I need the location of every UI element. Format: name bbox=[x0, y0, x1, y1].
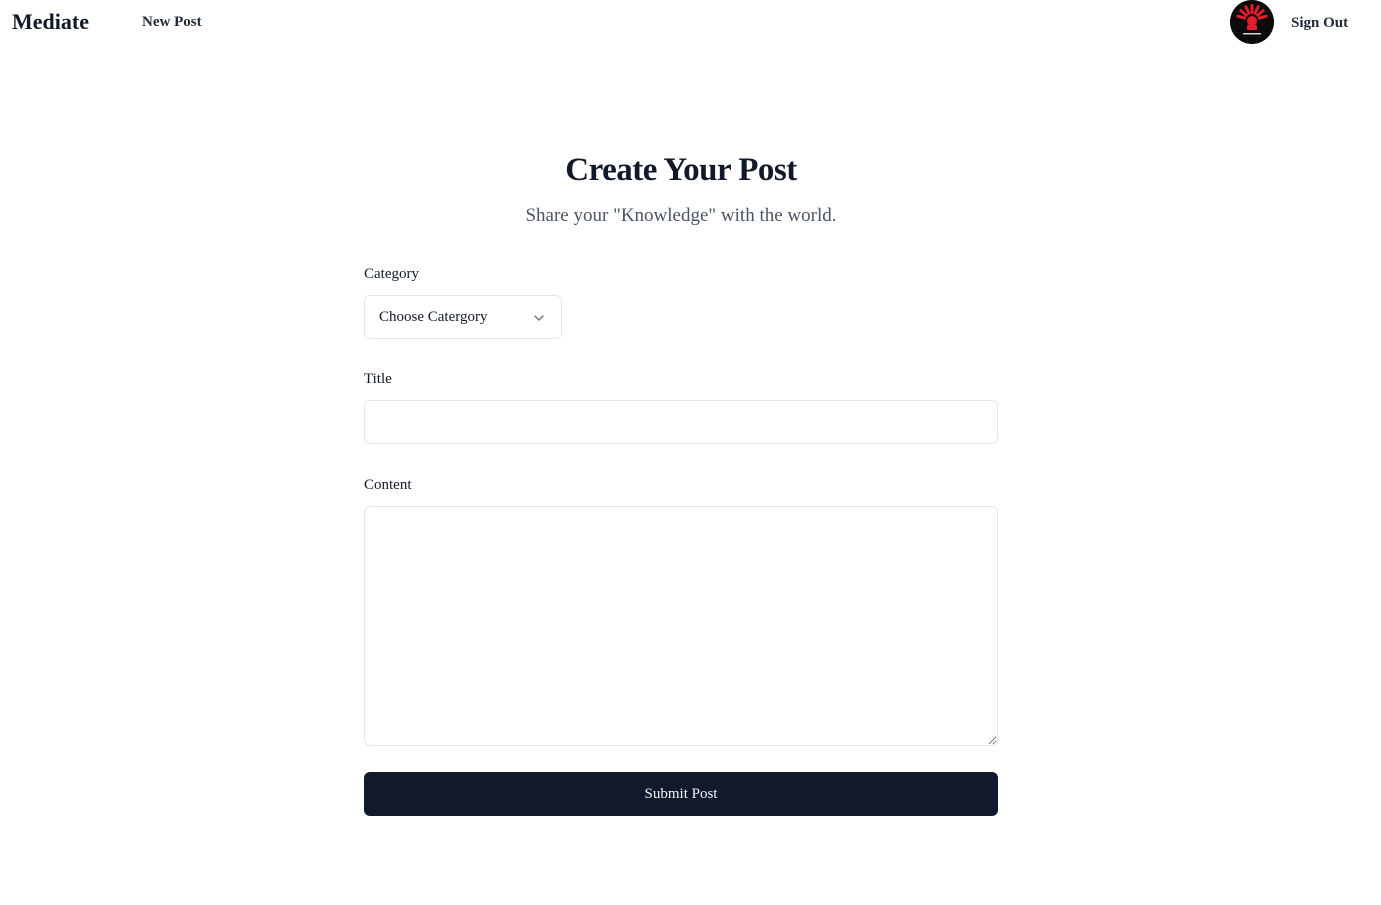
chevron-down-icon bbox=[534, 315, 544, 321]
page-subtitle: Share your "Knowledge" with the world. bbox=[525, 205, 837, 226]
category-select[interactable]: Choose Catergory bbox=[364, 295, 562, 339]
title-label: Title bbox=[364, 371, 392, 387]
brand-logo-text[interactable]: Mediate bbox=[12, 9, 89, 35]
content-label: Content bbox=[364, 477, 412, 493]
sign-out-button[interactable]: Sign Out bbox=[1291, 14, 1348, 32]
new-post-link[interactable]: New Post bbox=[142, 13, 202, 31]
submit-post-button[interactable]: Submit Post bbox=[364, 772, 998, 816]
avatar[interactable] bbox=[1230, 0, 1274, 44]
avatar-logo-icon bbox=[1230, 0, 1274, 44]
top-nav: Mediate New Post Sign Out bbox=[0, 0, 1381, 44]
page-title: Create Your Post bbox=[565, 152, 797, 188]
category-label: Category bbox=[364, 266, 419, 282]
title-input[interactable] bbox=[364, 400, 998, 444]
content-textarea[interactable] bbox=[364, 506, 998, 746]
category-select-value: Choose Catergory bbox=[379, 309, 488, 325]
